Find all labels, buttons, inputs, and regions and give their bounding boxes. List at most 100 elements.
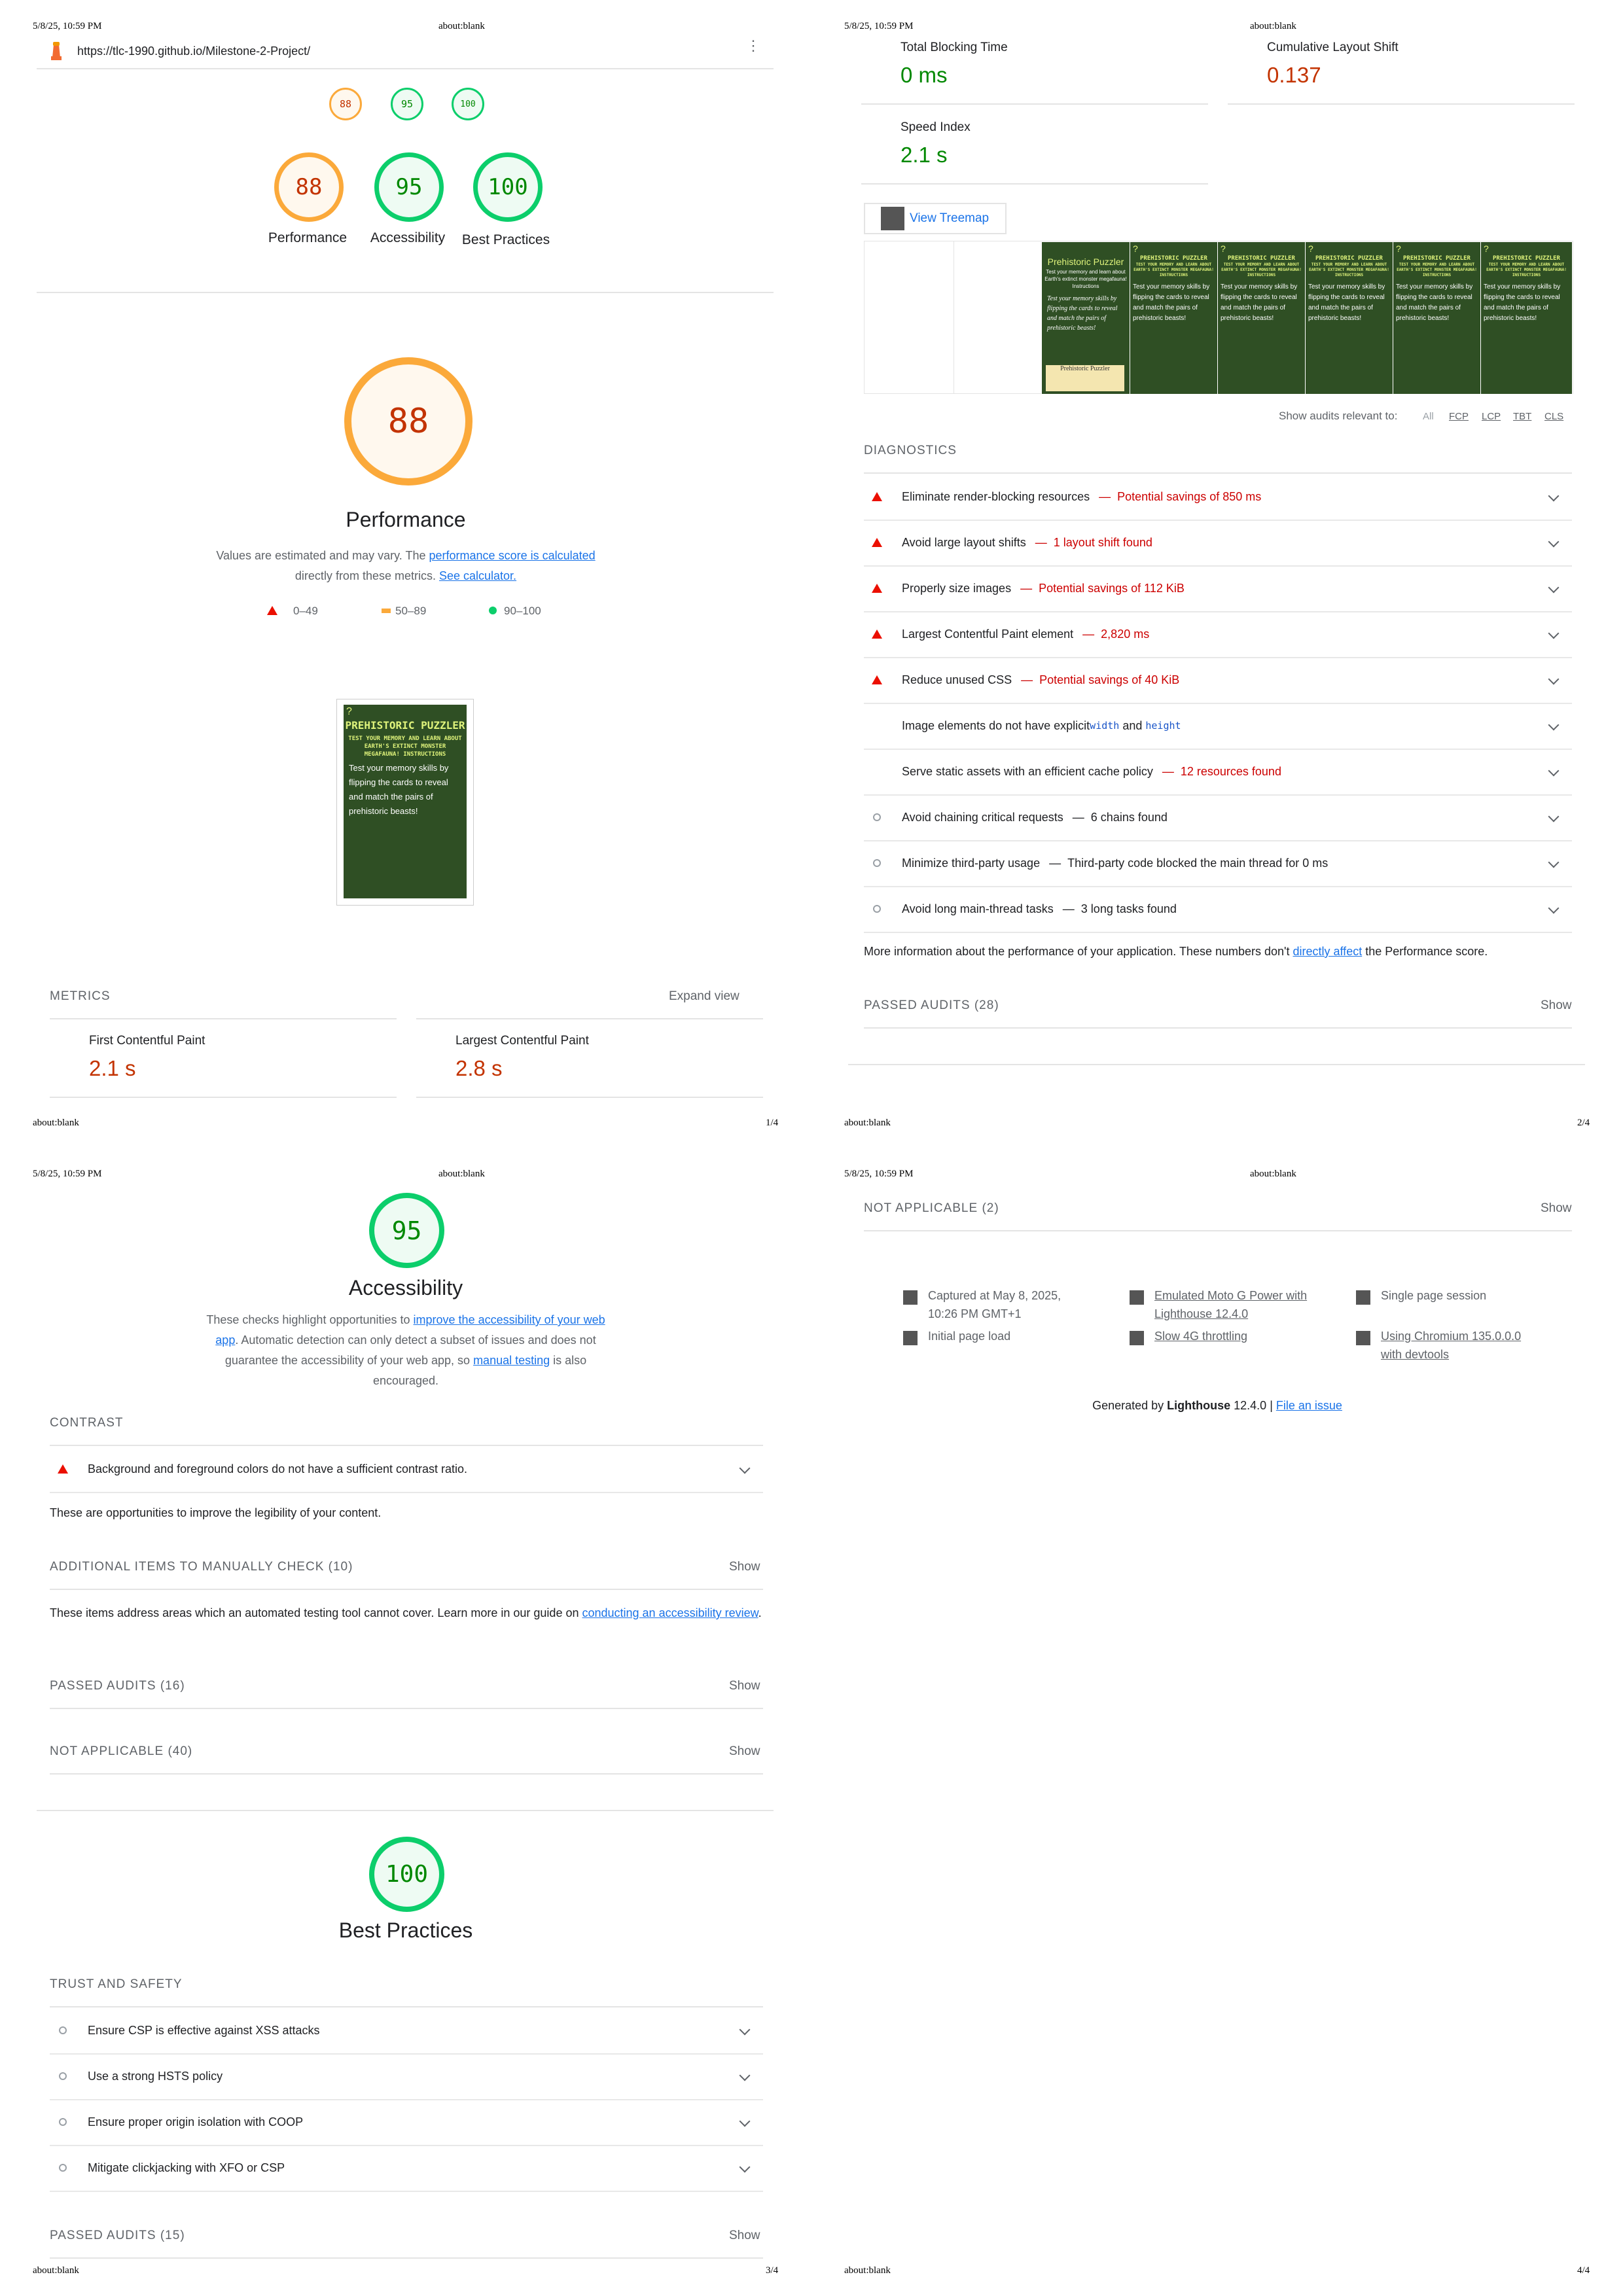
filter-all[interactable]: All [1423,411,1434,422]
frame-title: PREHISTORIC PUZZLER [1140,255,1207,262]
manual-check-title[interactable]: ADDITIONAL ITEMS TO MANUALLY CHECK (10) [50,1560,353,1574]
audit-detail: Potential savings of 40 KiB [1021,673,1179,687]
audit-title: Avoid long main-thread tasks [902,902,1054,915]
audit-detail: 12 resources found [1162,765,1281,779]
print-page-number: 3/4 [766,2265,779,2276]
gauge-accessibility[interactable]: 95 [374,152,444,222]
capture-time-icon [903,1290,918,1305]
passed-audits-title[interactable]: PASSED AUDITS (15) [50,2229,185,2243]
note-text: . [758,1606,762,1619]
code-width: width [1090,720,1120,732]
frame-title: PREHISTORIC PUZZLER [1228,255,1295,262]
print-footer: about:blank [844,2265,891,2276]
audit-title: Properly size images [902,581,1012,595]
print-title: about:blank [438,21,485,31]
diagnostic-third-party[interactable]: Minimize third-party usage Third-party co… [864,840,1572,887]
mini-gauge-accessibility[interactable]: 95 [391,88,423,120]
show-passed-button[interactable]: Show [729,1679,760,1693]
view-treemap-button[interactable]: View Treemap [864,203,1007,234]
audit-detail: 3 long tasks found [1063,902,1177,916]
runtime-emulation[interactable]: Emulated Moto G Power with Lighthouse 12… [1154,1286,1331,1323]
chevron-down-icon[interactable] [1548,765,1560,777]
filter-cls[interactable]: CLS [1544,411,1563,422]
audit-detail: Potential savings of 112 KiB [1020,582,1185,595]
contrast-title: CONTRAST [50,1416,124,1430]
chevron-down-icon[interactable] [1548,673,1560,685]
chevron-down-icon[interactable] [739,2161,751,2173]
chevron-down-icon[interactable] [1548,582,1560,593]
frame-footer: Prehistoric Puzzler [1046,365,1124,391]
kebab-menu-icon[interactable]: ⋮ [746,39,760,53]
chevron-down-icon[interactable] [739,1462,751,1474]
accessibility-review-link[interactable]: conducting an accessibility review [582,1606,758,1619]
diagnostic-render-blocking[interactable]: Eliminate render-blocking resources Poten… [864,474,1572,521]
expand-view-button[interactable]: Expand view [669,989,740,1004]
frame-body: Test your memory skills by flipping the … [1221,283,1298,322]
chevron-down-icon[interactable] [1548,902,1560,914]
filter-tbt[interactable]: TBT [1513,411,1531,422]
runtime-chromium[interactable]: Using Chromium 135.0.0.0 with devtools [1381,1327,1525,1364]
not-applicable-title[interactable]: NOT APPLICABLE (40) [50,1744,192,1759]
audit-clickjacking[interactable]: Mitigate clickjacking with XFO or CSP [50,2145,763,2192]
see-calculator-link[interactable]: See calculator. [439,569,516,582]
runtime-throttling[interactable]: Slow 4G throttling [1154,1327,1311,1345]
frame-body: Test your memory skills by flipping the … [1308,283,1385,322]
manual-check-note: These items address areas which an autom… [50,1603,763,1623]
divider [416,1018,763,1019]
directly-affect-link[interactable]: directly affect [1293,945,1362,958]
divider [50,1773,763,1775]
audit-title: Mitigate clickjacking with XFO or CSP [88,2161,285,2174]
show-audits-label: Show audits relevant to: [1279,410,1398,422]
show-passed-button[interactable]: Show [729,2229,760,2243]
audit-coop[interactable]: Ensure proper origin isolation with COOP [50,2099,763,2146]
audit-hsts[interactable]: Use a strong HSTS policy [50,2053,763,2100]
filter-lcp[interactable]: LCP [1482,411,1501,422]
metric-value-tbt: 0 ms [901,63,948,87]
gauge-best-practices[interactable]: 100 [473,152,543,222]
chevron-down-icon[interactable] [1548,719,1560,731]
diagnostic-layout-shifts[interactable]: Avoid large layout shifts 1 layout shift … [864,520,1572,567]
diagnostic-cache-policy[interactable]: Serve static assets with an efficient ca… [864,749,1572,796]
chevron-down-icon[interactable] [1548,857,1560,868]
accessibility-heading: Accessibility [348,1276,463,1299]
chevron-down-icon[interactable] [1548,811,1560,822]
file-issue-link[interactable]: File an issue [1276,1399,1342,1412]
show-not-applicable-button[interactable]: Show [1541,1201,1572,1216]
chevron-down-icon[interactable] [739,2024,751,2036]
passed-audits-title[interactable]: PASSED AUDITS (28) [864,998,999,1013]
question-icon: ? [346,706,352,717]
manual-testing-link[interactable]: manual testing [473,1354,550,1367]
device-icon [1130,1290,1144,1305]
passed-audits-title[interactable]: PASSED AUDITS (16) [50,1679,185,1693]
divider [37,292,774,293]
runtime-session: Single page session [1381,1289,1487,1302]
print-page-3: 5/8/25, 10:59 PM about:blank 95 Accessib… [0,1148,812,2295]
final-screenshot[interactable]: ? PREHISTORIC PUZZLER TEST YOUR MEMORY A… [336,699,474,906]
show-passed-button[interactable]: Show [1541,998,1572,1013]
diagnostic-long-tasks[interactable]: Avoid long main-thread tasks 3 long tasks… [864,886,1572,933]
not-applicable-title[interactable]: NOT APPLICABLE (2) [864,1201,999,1216]
show-manual-button[interactable]: Show [729,1560,760,1574]
diagnostic-image-dimensions[interactable]: Image elements do not have explicit widt… [864,703,1572,750]
legend-fail-icon [267,606,277,615]
gauge-performance[interactable]: 88 [274,152,344,222]
diagnostic-unused-css[interactable]: Reduce unused CSS Potential savings of 40… [864,657,1572,704]
report-url[interactable]: https://tlc-1990.github.io/Milestone-2-P… [77,44,310,58]
audit-csp-xss[interactable]: Ensure CSP is effective against XSS atta… [50,2007,763,2055]
divider [50,1589,763,1590]
chevron-down-icon[interactable] [739,2070,751,2081]
chevron-down-icon[interactable] [1548,627,1560,639]
chevron-down-icon[interactable] [739,2115,751,2127]
audit-title: Minimize third-party usage [902,856,1041,870]
mini-gauge-performance[interactable]: 88 [329,88,362,120]
chevron-down-icon[interactable] [1548,536,1560,548]
show-not-applicable-button[interactable]: Show [729,1744,760,1759]
filter-fcp[interactable]: FCP [1449,411,1469,422]
contrast-audit[interactable]: Background and foreground colors do not … [50,1446,763,1493]
diagnostic-critical-chains[interactable]: Avoid chaining critical requests 6 chains… [864,794,1572,841]
mini-gauge-best-practices[interactable]: 100 [452,88,484,120]
chevron-down-icon[interactable] [1548,490,1560,502]
diagnostic-lcp-element[interactable]: Largest Contentful Paint element 2,820 ms [864,611,1572,658]
diagnostic-image-size[interactable]: Properly size images Potential savings of… [864,565,1572,612]
score-calc-link[interactable]: performance score is calculated [429,549,596,562]
